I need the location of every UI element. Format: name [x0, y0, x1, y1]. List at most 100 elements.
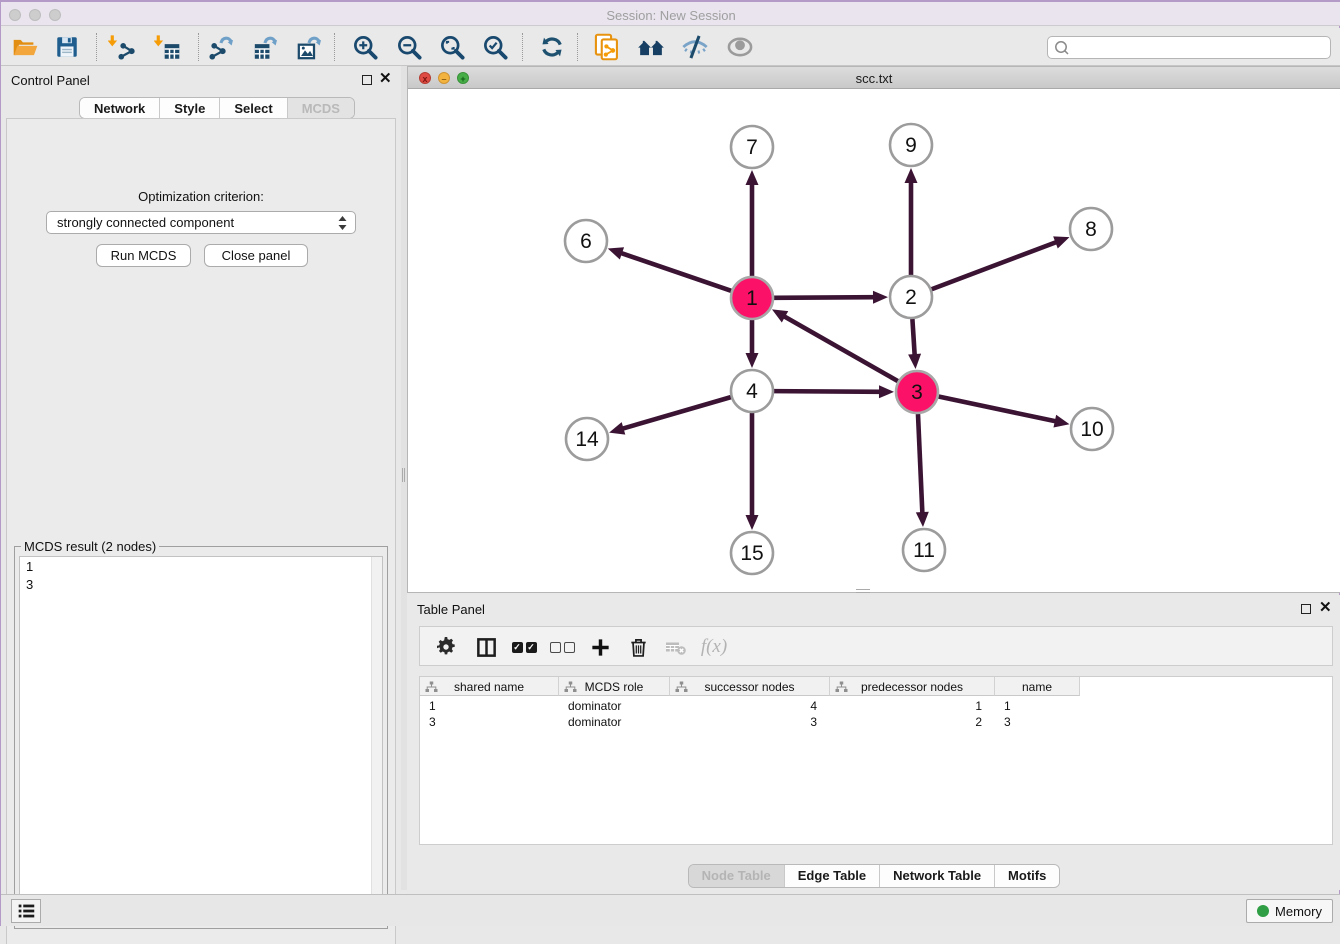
column-header-predecessor-nodes[interactable]: predecessor nodes: [830, 677, 995, 696]
export-image-icon: [296, 34, 323, 61]
export-image-button[interactable]: [294, 32, 324, 62]
unchecked-box-icon: [564, 642, 575, 653]
trash-icon: [627, 636, 650, 659]
cell-shared-name: 1: [420, 698, 559, 714]
run-mcds-button[interactable]: Run MCDS: [96, 244, 191, 267]
graph-edge-1-6[interactable]: [620, 253, 731, 291]
graph-edge-3-10[interactable]: [939, 397, 1057, 422]
mcds-result-list[interactable]: 1 3: [19, 556, 383, 924]
memory-button[interactable]: Memory: [1246, 899, 1333, 923]
tab-edge-table[interactable]: Edge Table: [785, 865, 880, 887]
gear-icon: [434, 635, 458, 659]
delete-column-button[interactable]: [624, 633, 652, 661]
select-all-button[interactable]: ✓ ✓: [510, 633, 538, 661]
cell-mcds-role: dominator: [559, 714, 670, 730]
status-bar: Memory: [1, 894, 1340, 926]
export-network-button[interactable]: [206, 32, 236, 62]
graph-node-label: 2: [905, 286, 917, 309]
column-header-mcds-role[interactable]: MCDS role: [559, 677, 670, 696]
plus-icon: [589, 636, 612, 659]
deselect-all-button[interactable]: [548, 633, 576, 661]
control-panel-header: Control Panel ✕: [1, 66, 401, 94]
mcds-result-item: 3: [26, 576, 382, 593]
delete-table-button[interactable]: [662, 633, 690, 661]
column-header-shared-name[interactable]: shared name: [420, 677, 559, 696]
export-table-button[interactable]: [250, 32, 280, 62]
save-session-button[interactable]: [52, 32, 82, 62]
save-floppy-icon: [54, 34, 80, 60]
hide-selected-button[interactable]: [680, 32, 710, 62]
tab-mcds[interactable]: MCDS: [288, 98, 354, 118]
search-icon: [1053, 39, 1070, 56]
divider-handle[interactable]: [402, 468, 405, 482]
zoom-selected-button[interactable]: [480, 32, 510, 62]
cell-shared-name: 3: [420, 714, 559, 730]
zoom-fit-icon: [439, 34, 466, 61]
graph-edge-3-11[interactable]: [918, 414, 922, 514]
search-input[interactable]: [1070, 39, 1330, 57]
table-panel-close-button[interactable]: ✕: [1319, 600, 1332, 616]
function-builder-button[interactable]: f(x): [700, 633, 728, 661]
tab-motifs[interactable]: Motifs: [995, 865, 1059, 887]
search-field: [1047, 36, 1331, 59]
zoom-selected-icon: [482, 34, 509, 61]
control-panel-close-button[interactable]: ✕: [379, 71, 392, 87]
window-title: Session: New Session: [1, 8, 1340, 23]
optimization-criterion-select[interactable]: strongly connected component: [46, 211, 356, 234]
graph-node-label: 6: [580, 230, 592, 253]
tab-select[interactable]: Select: [220, 98, 287, 118]
import-network-button[interactable]: [106, 32, 136, 62]
network-view-titlebar[interactable]: x – + scc.txt: [408, 67, 1340, 89]
graph-edge-3-1[interactable]: [783, 316, 898, 381]
import-table-button[interactable]: [152, 32, 182, 62]
node-table: shared name MCDS role successor nodes pr…: [419, 676, 1333, 845]
graph-edge-2-3[interactable]: [912, 319, 914, 356]
show-all-button[interactable]: [725, 32, 755, 62]
table-row[interactable]: 1 dominator 4 1 1: [420, 698, 1080, 714]
zoom-fit-button[interactable]: [437, 32, 467, 62]
zoom-out-button[interactable]: [394, 32, 424, 62]
copy-network-icon: [593, 33, 621, 61]
control-panel-float-button[interactable]: [362, 75, 372, 85]
network-view-window: x – + scc.txt 1234678910111415: [407, 66, 1340, 593]
task-history-button[interactable]: [11, 899, 41, 923]
home-button[interactable]: [636, 32, 666, 62]
graph-edge-1-2[interactable]: [774, 297, 875, 298]
copy-network-button[interactable]: [592, 32, 622, 62]
graph-node-label: 9: [905, 134, 917, 157]
tab-style[interactable]: Style: [160, 98, 220, 118]
column-header-name[interactable]: name: [995, 677, 1080, 696]
refresh-button[interactable]: [537, 32, 567, 62]
graph-edge-4-3[interactable]: [774, 391, 881, 392]
close-panel-button[interactable]: Close panel: [204, 244, 308, 267]
graph-edge-arrowhead: [746, 515, 759, 530]
zoom-in-button[interactable]: [350, 32, 380, 62]
eye-slash-icon: [681, 33, 709, 61]
unchecked-box-icon: [550, 642, 561, 653]
graph-edge-2-8[interactable]: [932, 242, 1058, 290]
table-row[interactable]: 3 dominator 3 2 3: [420, 714, 1080, 730]
toolbar-separator: [522, 33, 523, 61]
network-graph[interactable]: 1234678910111415: [408, 89, 1340, 592]
add-column-button[interactable]: [586, 633, 614, 661]
tab-network-table[interactable]: Network Table: [880, 865, 995, 887]
table-panel: Table Panel ✕ ✓ ✓: [407, 595, 1340, 890]
table-panel-header: Table Panel ✕: [407, 595, 1340, 623]
delete-table-icon: [664, 635, 688, 659]
table-panel-float-button[interactable]: [1301, 604, 1311, 614]
tab-network[interactable]: Network: [80, 98, 160, 118]
column-panel-button[interactable]: [472, 633, 500, 661]
open-session-button[interactable]: [10, 32, 40, 62]
column-header-successor-nodes[interactable]: successor nodes: [670, 677, 830, 696]
table-settings-button[interactable]: [432, 633, 460, 661]
result-scrollbar[interactable]: [371, 557, 382, 923]
window-titlebar: Session: New Session: [1, 0, 1340, 26]
graph-edge-4-14[interactable]: [622, 397, 731, 429]
cell-successor-nodes: 3: [670, 714, 830, 730]
cell-predecessor-nodes: 2: [830, 714, 995, 730]
cell-successor-nodes: 4: [670, 698, 830, 714]
graph-edge-arrowhead: [1053, 236, 1069, 248]
tab-node-table[interactable]: Node Table: [689, 865, 785, 887]
control-panel: Control Panel ✕ Network Style Select MCD…: [1, 66, 401, 890]
divider-handle-horizontal[interactable]: [856, 589, 870, 593]
